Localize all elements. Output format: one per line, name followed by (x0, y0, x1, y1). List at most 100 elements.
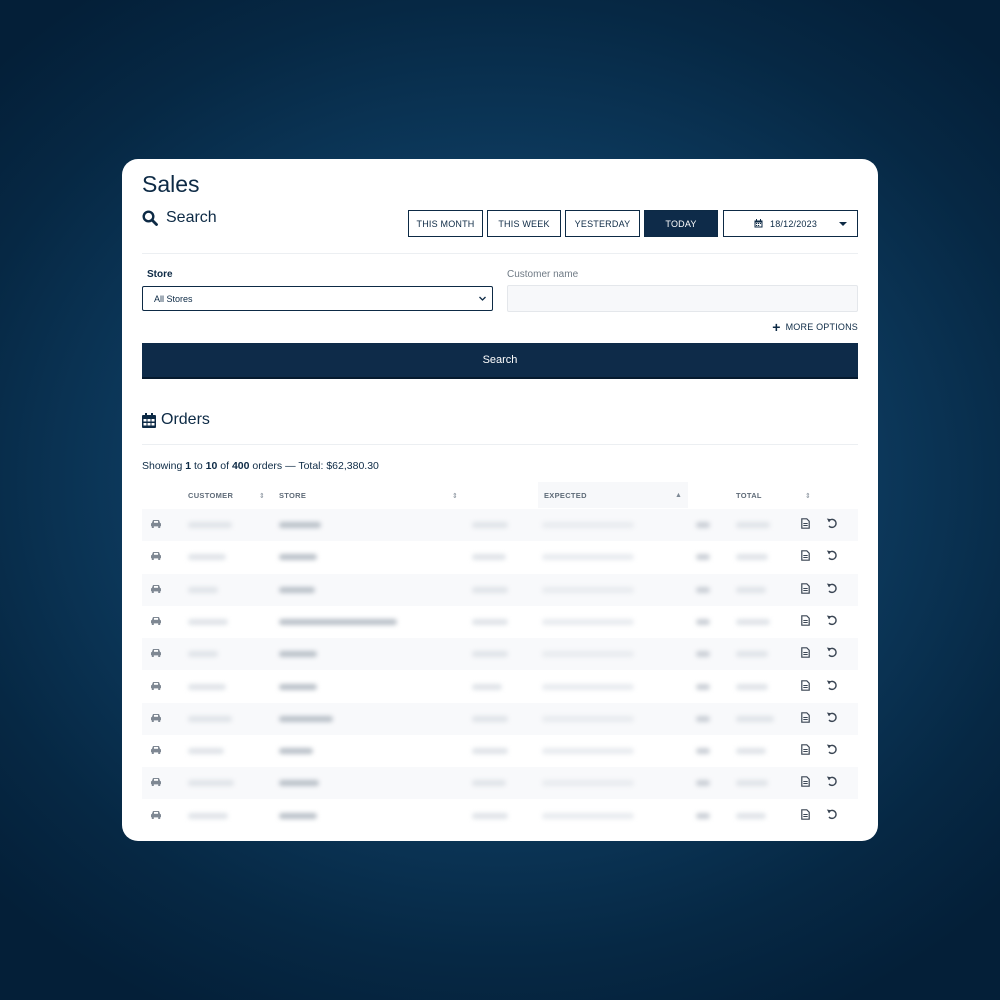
obscured-cell (542, 586, 634, 593)
obscured-cell (696, 586, 710, 593)
column-header-customer[interactable]: CUSTOMER (188, 491, 233, 500)
sort-icon[interactable]: ⇕ (259, 492, 265, 500)
undo-icon[interactable] (826, 711, 838, 723)
table-row[interactable] (142, 800, 858, 832)
car-icon (151, 616, 161, 625)
date-picker-value: 18/12/2023 (770, 218, 818, 229)
obscured-cell (188, 812, 228, 819)
undo-icon[interactable] (826, 614, 838, 626)
page-title: Sales (142, 171, 200, 197)
store-select-value: All Stores (154, 293, 193, 304)
orders-divider (142, 444, 858, 445)
obscured-cell (188, 586, 218, 593)
table-row[interactable] (142, 606, 858, 638)
search-icon (142, 210, 158, 226)
obscured-cell (736, 715, 774, 722)
car-icon (151, 746, 161, 755)
undo-icon[interactable] (826, 679, 838, 691)
obscured-cell (542, 715, 634, 722)
undo-icon[interactable] (826, 549, 838, 561)
obscured-cell (188, 748, 224, 755)
document-icon[interactable] (801, 744, 810, 755)
obscured-cell (472, 812, 508, 819)
sort-icon[interactable]: ⇕ (805, 492, 811, 500)
table-row[interactable] (142, 509, 858, 541)
obscured-cell (696, 618, 710, 625)
obscured-cell (472, 651, 508, 658)
sales-card: Sales Search THIS MONTH THIS WEEK YESTER… (122, 159, 878, 841)
undo-icon[interactable] (826, 517, 838, 529)
sort-ascending-icon[interactable]: ▲ (675, 492, 682, 499)
this-month-button[interactable]: THIS MONTH (408, 210, 483, 237)
obscured-cell (472, 715, 508, 722)
table-row[interactable] (142, 767, 858, 800)
chevron-down-icon (839, 221, 847, 226)
obscured-cell (542, 812, 634, 819)
more-options-label: MORE OPTIONS (785, 322, 858, 332)
document-icon[interactable] (801, 582, 810, 594)
obscured-cell (736, 748, 766, 755)
obscured-cell (696, 780, 710, 787)
sort-icon[interactable]: ⇕ (452, 492, 458, 500)
undo-icon[interactable] (826, 646, 838, 658)
store-label: Store (147, 269, 173, 280)
table-row[interactable] (142, 638, 858, 671)
chevron-down-icon (479, 296, 486, 301)
document-icon[interactable] (801, 776, 810, 788)
document-icon[interactable] (801, 679, 810, 691)
document-icon[interactable] (801, 615, 810, 626)
obscured-cell (736, 554, 768, 561)
document-icon[interactable] (801, 550, 810, 562)
this-week-button[interactable]: THIS WEEK (487, 210, 561, 237)
search-heading: Search (142, 209, 217, 227)
today-button[interactable]: TODAY (644, 210, 718, 237)
customer-name-input[interactable] (507, 285, 858, 312)
obscured-cell (696, 715, 710, 722)
obscured-cell (279, 586, 315, 593)
car-icon (151, 778, 161, 787)
customer-name-label: Customer name (507, 269, 579, 280)
search-button[interactable]: Search (142, 343, 858, 379)
obscured-cell (736, 586, 766, 593)
car-icon (151, 810, 161, 819)
obscured-cell (279, 715, 333, 722)
obscured-cell (472, 554, 506, 561)
undo-icon[interactable] (826, 808, 838, 820)
summary-orders-word: orders — Total: (252, 460, 324, 472)
document-icon[interactable] (801, 711, 810, 723)
document-icon[interactable] (801, 808, 810, 820)
plus-icon: + (772, 319, 781, 335)
summary-total-amount: $62,380.30 (326, 460, 379, 472)
table-row[interactable] (142, 573, 858, 606)
column-header-total[interactable]: TOTAL (736, 491, 762, 500)
obscured-cell (472, 748, 508, 755)
column-header-expected[interactable]: EXPECTED (544, 491, 587, 500)
column-header-store[interactable]: STORE (279, 491, 306, 500)
obscured-cell (696, 683, 710, 690)
table-row[interactable] (142, 671, 858, 703)
table-row[interactable] (142, 702, 858, 735)
obscured-cell (188, 651, 218, 658)
more-options-link[interactable]: + MORE OPTIONS (772, 319, 858, 335)
table-row[interactable] (142, 541, 858, 573)
obscured-cell (188, 554, 226, 561)
obscured-cell (736, 812, 766, 819)
undo-icon[interactable] (826, 775, 838, 787)
undo-icon[interactable] (826, 743, 838, 755)
document-icon[interactable] (801, 518, 810, 529)
car-icon (151, 649, 161, 658)
table-row[interactable] (142, 735, 858, 767)
obscured-cell (279, 780, 319, 787)
undo-icon[interactable] (826, 582, 838, 594)
yesterday-button[interactable]: YESTERDAY (565, 210, 640, 237)
calendar-grid-icon (142, 412, 156, 428)
store-select[interactable]: All Stores (142, 286, 493, 311)
obscured-cell (188, 618, 228, 625)
summary-of-word: of (220, 460, 230, 472)
date-picker-button[interactable]: 18/12/2023 (723, 210, 858, 237)
obscured-cell (472, 618, 508, 625)
document-icon[interactable] (801, 647, 810, 658)
search-heading-label: Search (166, 209, 217, 226)
obscured-cell (696, 748, 710, 755)
summary-total-count: 400 (231, 460, 250, 472)
